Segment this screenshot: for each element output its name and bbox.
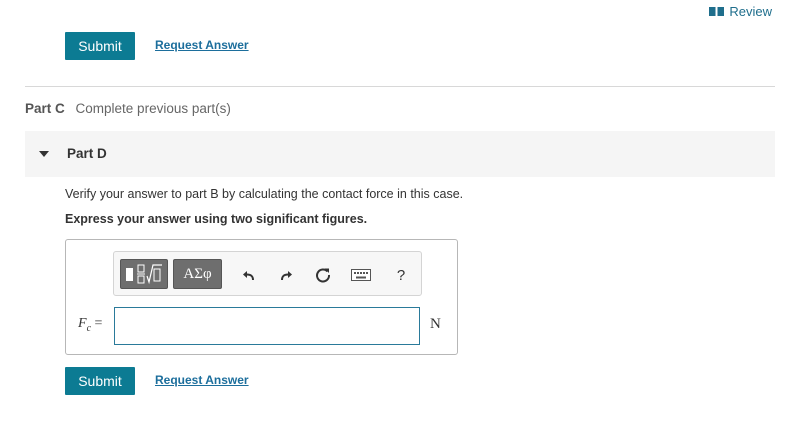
redo-icon[interactable]: [275, 264, 297, 286]
submit-button[interactable]: Submit: [65, 367, 135, 395]
unit-label: N: [430, 316, 441, 332]
section-divider: [25, 86, 775, 87]
templates-icon: [126, 264, 162, 285]
undo-icon[interactable]: [238, 264, 260, 286]
part-c-row: Part C Complete previous part(s): [25, 101, 231, 116]
caret-down-icon[interactable]: [39, 151, 49, 157]
part-d-title: Part D: [67, 146, 107, 161]
review-link[interactable]: Review: [709, 4, 772, 19]
question-text: Verify your answer to part B by calculat…: [65, 187, 464, 201]
part-c-status: Complete previous part(s): [75, 101, 231, 116]
symbols-button[interactable]: ΑΣφ: [173, 259, 222, 289]
request-answer-link-top[interactable]: Request Answer: [155, 38, 249, 52]
reset-icon[interactable]: [312, 264, 334, 286]
instruction-text: Express your answer using two significan…: [65, 212, 368, 226]
submit-button-top[interactable]: Submit: [65, 32, 135, 60]
part-c-label: Part C: [25, 101, 65, 116]
book-icon: [709, 6, 725, 17]
review-label: Review: [729, 4, 772, 19]
answer-input[interactable]: [114, 307, 420, 345]
keyboard-icon[interactable]: [350, 264, 372, 286]
variable-subscript: c: [86, 322, 92, 334]
variable-symbol: F: [78, 316, 87, 331]
equals-sign: =: [94, 316, 103, 331]
request-answer-link[interactable]: Request Answer: [155, 373, 249, 387]
templates-button[interactable]: [120, 259, 168, 289]
part-d-header[interactable]: Part D: [25, 131, 775, 177]
help-button[interactable]: ?: [390, 264, 412, 286]
math-toolbar: ΑΣφ ?: [113, 251, 422, 296]
variable-label: Fc =: [78, 316, 102, 334]
